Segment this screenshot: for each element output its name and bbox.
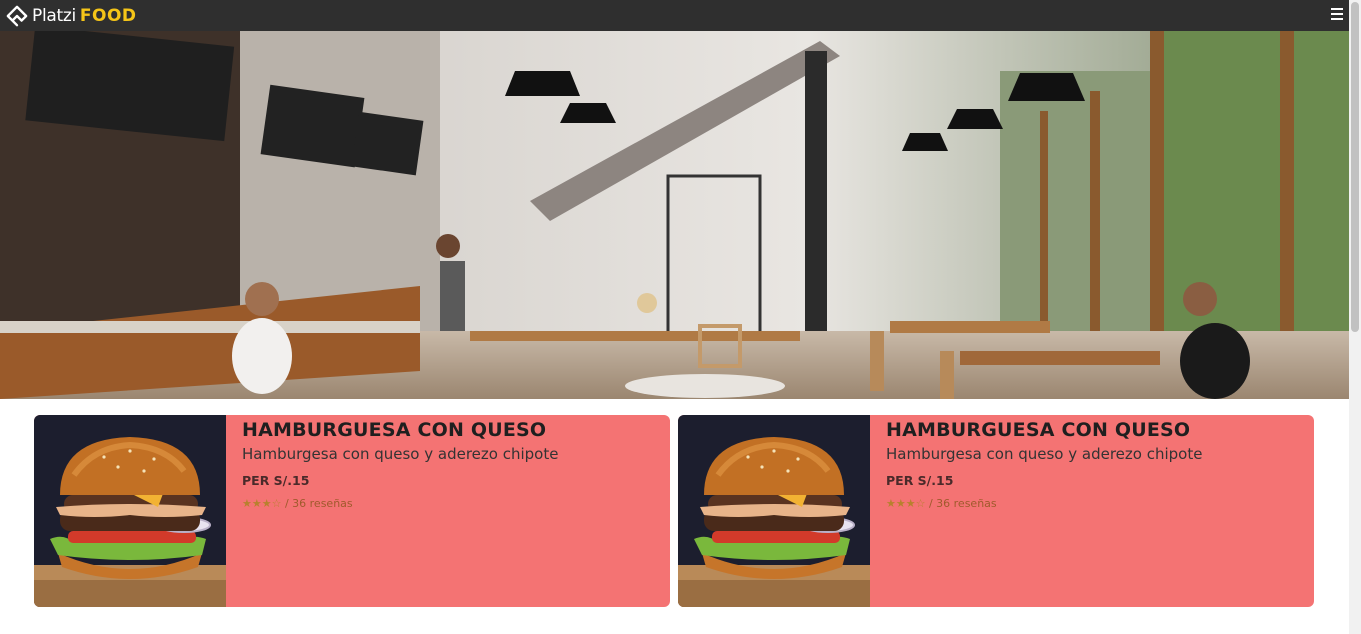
top-navbar: Platzi FOOD xyxy=(0,0,1349,31)
product-description: Hamburgesa con queso y aderezo chipote xyxy=(242,445,559,463)
brand-logo[interactable]: Platzi FOOD xyxy=(6,3,137,28)
platzi-logo-icon xyxy=(6,5,28,26)
product-card-body: HAMBURGUESA CON QUESO Hamburgesa con que… xyxy=(226,415,558,607)
scrollbar-thumb[interactable] xyxy=(1351,2,1359,332)
review-count[interactable]: / 36 reseñas xyxy=(285,497,353,510)
product-card[interactable]: HAMBURGUESA CON QUESO Hamburgesa con que… xyxy=(34,415,670,607)
star-rating-icon: ★★★☆ xyxy=(242,497,282,510)
product-price: PER S/.15 xyxy=(242,473,310,488)
product-rating: ★★★☆ / 36 reseñas xyxy=(886,497,1202,511)
hamburger-menu-icon[interactable] xyxy=(1331,8,1343,20)
product-price: PER S/.15 xyxy=(886,473,954,488)
cheeseburger-image xyxy=(34,415,226,607)
review-count[interactable]: / 36 reseñas xyxy=(929,497,997,510)
product-title[interactable]: HAMBURGUESA CON QUESO xyxy=(242,418,558,442)
star-rating-icon: ★★★☆ xyxy=(886,497,926,510)
hero-restaurant-image xyxy=(0,31,1349,399)
product-rating: ★★★☆ / 36 reseñas xyxy=(242,497,558,511)
cheeseburger-image xyxy=(678,415,870,607)
product-card[interactable]: HAMBURGUESA CON QUESO Hamburgesa con que… xyxy=(678,415,1314,607)
brand-accent-name: FOOD xyxy=(79,5,137,26)
product-card-body: HAMBURGUESA CON QUESO Hamburgesa con que… xyxy=(870,415,1202,607)
product-title[interactable]: HAMBURGUESA CON QUESO xyxy=(886,418,1202,442)
page-scrollbar[interactable] xyxy=(1349,0,1361,634)
product-description: Hamburgesa con queso y aderezo chipote xyxy=(886,445,1203,463)
brand-name: Platzi xyxy=(32,5,76,26)
